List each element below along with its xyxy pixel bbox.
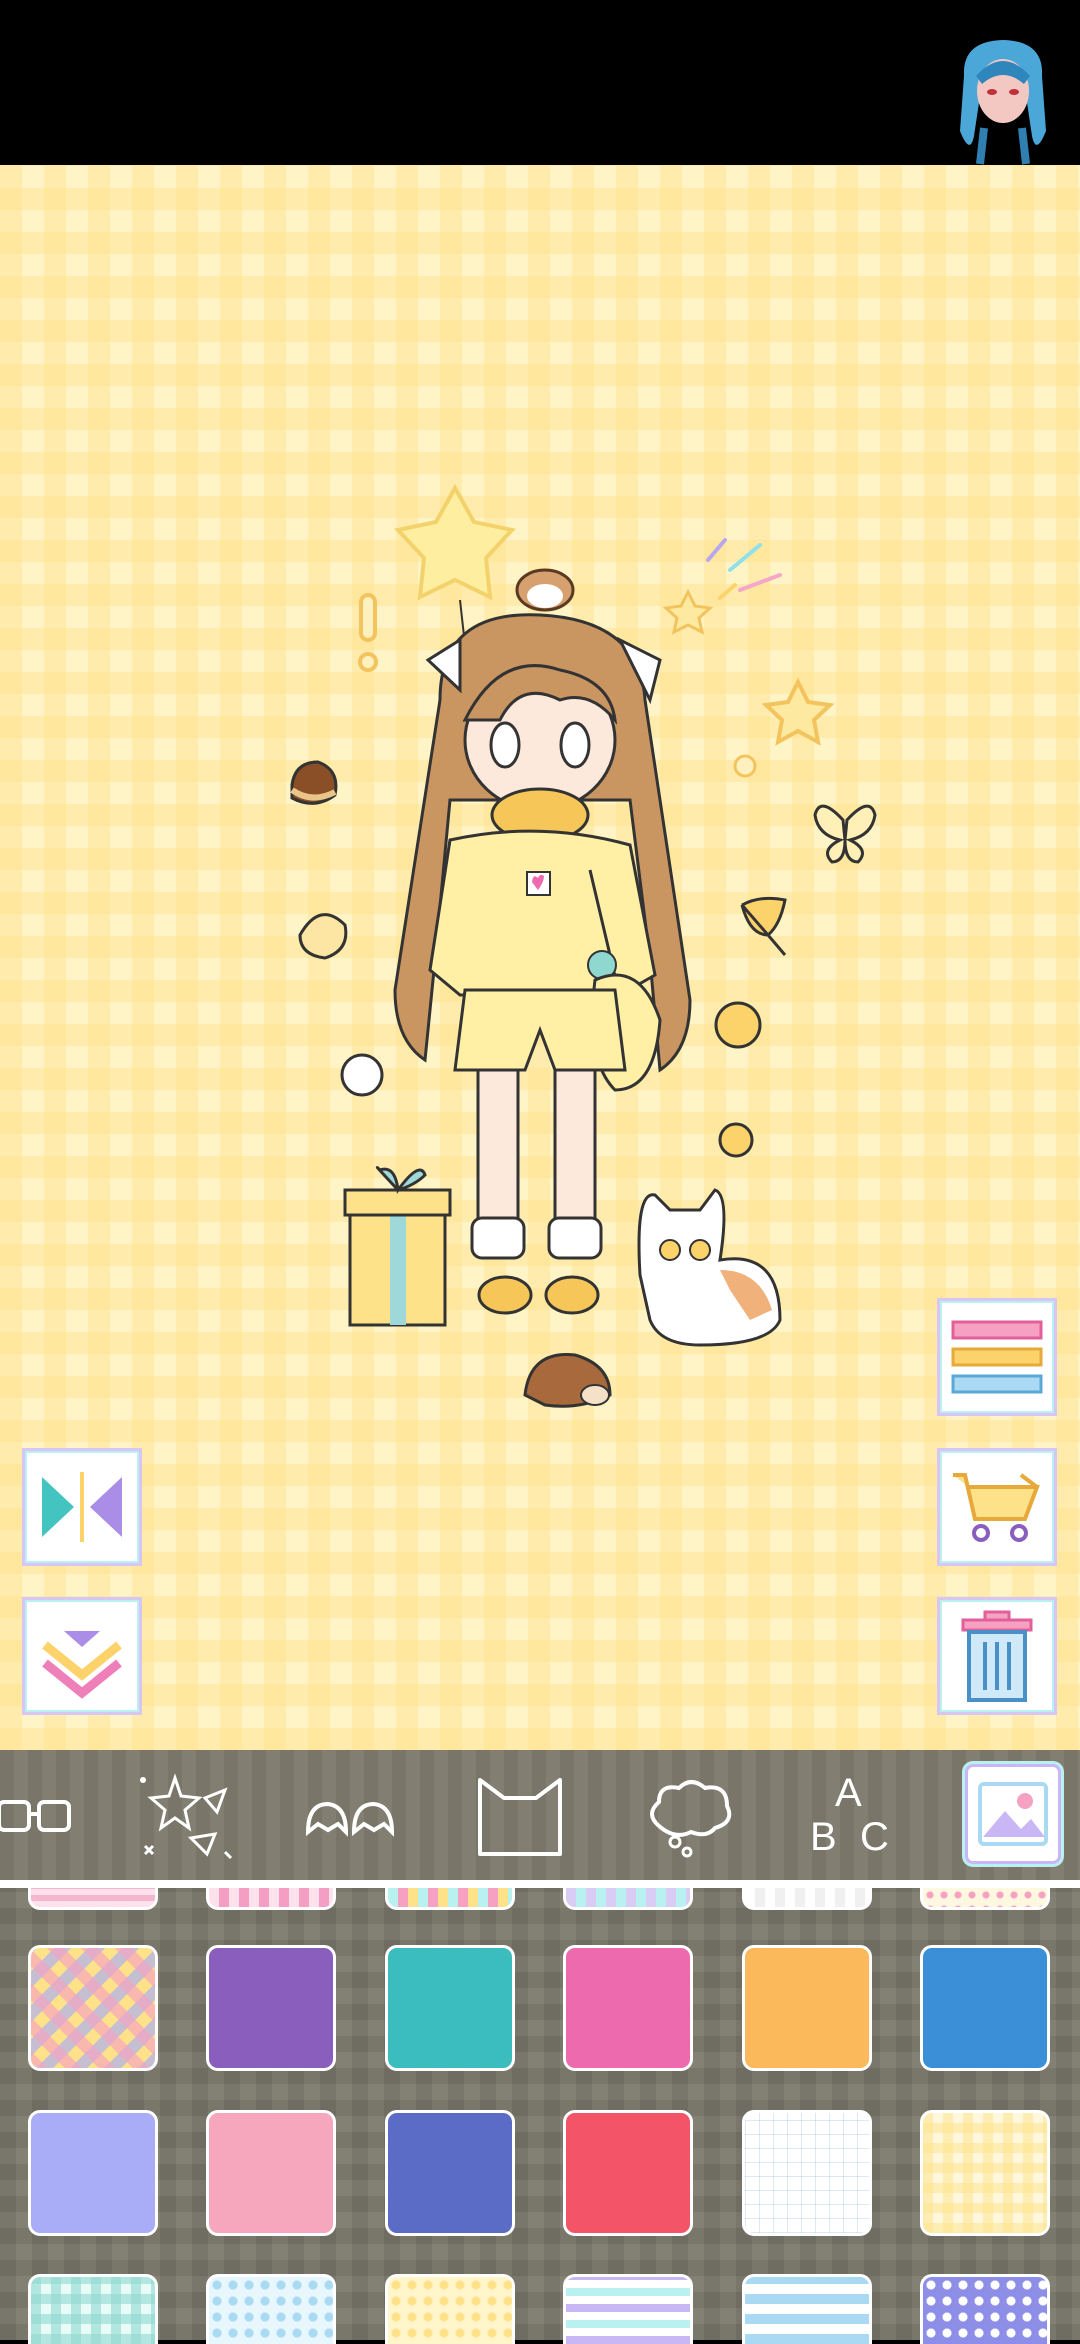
swatch-orange[interactable] xyxy=(742,1945,872,2071)
tab-background[interactable] xyxy=(965,1764,1061,1864)
shop-button[interactable] xyxy=(937,1448,1057,1566)
image-icon xyxy=(978,1782,1048,1846)
character-scene xyxy=(290,483,877,1408)
swatch-indigo[interactable] xyxy=(385,2110,515,2236)
swatch-dots-blue[interactable] xyxy=(206,2274,336,2344)
text-icon-letter-a: A xyxy=(835,1771,862,1815)
hamster-icon xyxy=(515,568,575,612)
toolbar-divider xyxy=(0,1880,1080,1888)
smile-ball-icon xyxy=(718,1122,754,1158)
swatch-triangle-lilac[interactable] xyxy=(563,1888,693,1910)
text-icon-letter-c: C xyxy=(860,1815,889,1859)
text-icon: A B C xyxy=(805,1771,895,1861)
swatch-dots-purple[interactable] xyxy=(920,2274,1050,2344)
swatch-white-zigzag[interactable] xyxy=(742,1888,872,1910)
trash-icon xyxy=(961,1610,1033,1702)
swatch-triangle-pastel[interactable] xyxy=(385,1888,515,1910)
dressup-canvas[interactable] xyxy=(0,165,1080,1750)
character-avatar-icon[interactable] xyxy=(954,36,1052,166)
delete-button[interactable] xyxy=(937,1597,1057,1715)
glasses-icon xyxy=(0,1800,71,1832)
gift-box-icon xyxy=(343,1166,452,1327)
chestnut-icon xyxy=(290,760,338,805)
cookie-icon xyxy=(714,1001,762,1049)
swatch-pink-wave[interactable] xyxy=(206,1888,336,1910)
text-icon-letter-b: B xyxy=(810,1815,837,1859)
sparkle-lines-icon xyxy=(706,538,782,600)
swatch-grid-white[interactable] xyxy=(742,2110,872,2236)
category-toolbar: A B C xyxy=(0,1750,1080,1880)
sparkles-icon xyxy=(140,1773,233,1860)
chevron-down-icon xyxy=(42,1631,122,1699)
exclamation-icon xyxy=(358,593,378,672)
cart-icon xyxy=(953,1473,1040,1542)
swatch-blue[interactable] xyxy=(920,1945,1050,2071)
swatch-pink-stripe[interactable] xyxy=(28,1888,158,1910)
hair-icon xyxy=(305,1801,395,1837)
tab-sparkles[interactable] xyxy=(130,1768,240,1864)
layers-icon xyxy=(951,1320,1043,1394)
tab-glasses[interactable] xyxy=(0,1768,80,1864)
swatch-light-pink[interactable] xyxy=(206,2110,336,2236)
status-bar xyxy=(0,0,1080,165)
tab-text[interactable]: A B C xyxy=(800,1768,900,1864)
background-palette xyxy=(0,1888,1080,2344)
swatch-pink[interactable] xyxy=(563,1945,693,2071)
collapse-button[interactable] xyxy=(22,1597,142,1715)
shell-icon xyxy=(298,913,348,960)
mirror-flip-icon xyxy=(42,1472,122,1542)
swatch-wave-blue[interactable] xyxy=(742,2274,872,2344)
hedgehog-icon xyxy=(523,1353,612,1408)
tab-hair[interactable] xyxy=(295,1768,405,1864)
butterfly-icon xyxy=(813,804,877,864)
swatch-red[interactable] xyxy=(563,2110,693,2236)
flip-button[interactable] xyxy=(22,1448,142,1566)
ginkgo-leaf-icon xyxy=(740,896,787,956)
swatch-gingham-mint[interactable] xyxy=(28,2274,158,2344)
cat-head-icon xyxy=(478,1778,562,1856)
layers-button[interactable] xyxy=(937,1298,1057,1416)
swatch-teal[interactable] xyxy=(385,1945,515,2071)
tab-thought[interactable] xyxy=(640,1768,740,1864)
tab-cat-ears[interactable] xyxy=(470,1768,570,1864)
swatch-periwinkle[interactable] xyxy=(28,2110,158,2236)
swatch-gingham-yellow[interactable] xyxy=(920,2110,1050,2236)
swatch-plaid-rainbow[interactable] xyxy=(28,1945,158,2071)
swatch-dots-yellow[interactable] xyxy=(385,2274,515,2344)
swatch-purple[interactable] xyxy=(206,1945,336,2071)
popcorn-icon xyxy=(340,1053,384,1097)
swatch-dots-pastel[interactable] xyxy=(920,1888,1050,1910)
swatch-wave-pastel[interactable] xyxy=(563,2274,693,2344)
thought-bubble-icon xyxy=(650,1780,732,1858)
cat-icon xyxy=(637,1188,782,1347)
